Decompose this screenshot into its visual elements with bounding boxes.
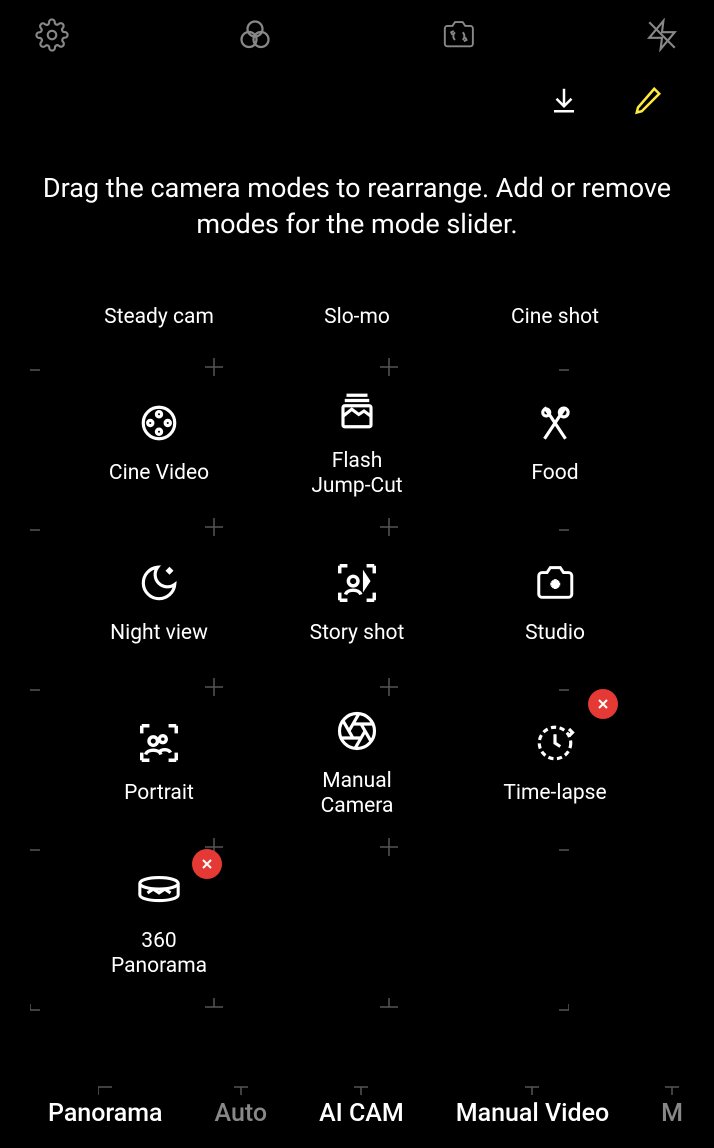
mode-story-shot[interactable]: Story shot [258,523,456,683]
mode-flash-jump-cut[interactable]: Flash Jump-Cut [258,363,456,523]
remove-mode-button[interactable] [192,849,222,879]
modes-row-3: Portrait Manual Camera Time-lapse [60,683,654,843]
mode-night-view[interactable]: Night view [60,523,258,683]
empty-slot [456,843,654,1003]
person-frame-icon [334,559,380,607]
modes-row-4: 360 Panorama [60,843,654,1003]
mode-360-panorama[interactable]: 360 Panorama [60,843,258,1003]
mode-label: Manual Camera [321,769,394,819]
mode-edit-actions [0,70,714,130]
mode-label: Story shot [310,621,405,646]
mode-label: Food [531,461,578,486]
mode-label: Studio [525,621,585,646]
edit-icon[interactable] [630,82,666,118]
camera-top-toolbar [0,0,714,70]
mode-label: Steady cam [104,305,214,330]
mode-manual-camera[interactable]: Manual Camera [258,683,456,843]
modes-row-1: Cine Video Flash Jump-Cut Food [60,363,654,523]
mode-cine-video[interactable]: Cine Video [60,363,258,523]
mode-food[interactable]: Food [456,363,654,523]
clock-icon [534,719,576,767]
switch-camera-icon[interactable] [439,15,479,55]
mode-label: Cine Video [109,461,209,486]
filter-icon[interactable] [235,15,275,55]
modes-row-0: Steady cam Slo-mo Cine shot [60,273,654,363]
tab-more[interactable]: M [635,1099,709,1128]
tab-auto[interactable]: Auto [189,1099,294,1128]
mode-steady-cam[interactable]: Steady cam [60,273,258,363]
aperture-icon [336,707,378,755]
flash-off-icon[interactable] [642,15,682,55]
empty-slot [258,843,456,1003]
mode-slo-mo[interactable]: Slo-mo [258,273,456,363]
mode-label: Cine shot [511,305,599,330]
portrait-icon [136,719,182,767]
mode-label: Time-lapse [503,781,606,806]
mode-studio[interactable]: Studio [456,523,654,683]
download-icon[interactable] [546,82,582,118]
mode-label: Slo-mo [324,305,390,330]
utensils-icon [534,399,576,447]
tab-ai-cam[interactable]: AI CAM [293,1099,430,1128]
mode-cine-shot[interactable]: Cine shot [456,273,654,363]
modes-row-2: Night view Story shot Studio [60,523,654,683]
moon-icon [138,559,180,607]
mode-time-lapse[interactable]: Time-lapse [456,683,654,843]
mode-slider[interactable]: Panorama Auto AI CAM Manual Video M [0,1078,714,1148]
stack-icon [336,387,378,435]
mode-label: Night view [110,621,208,646]
instructions-text: Drag the camera modes to rearrange. Add … [0,130,714,273]
tab-panorama[interactable]: Panorama [22,1099,189,1128]
tab-manual-video[interactable]: Manual Video [430,1099,635,1128]
settings-icon[interactable] [32,15,72,55]
mode-label: 360 Panorama [111,929,207,979]
mode-portrait[interactable]: Portrait [60,683,258,843]
reel-icon [138,399,180,447]
mode-label: Portrait [124,781,194,806]
pano360-icon [136,867,182,915]
modes-grid: Steady cam Slo-mo Cine shot Cine Video F… [0,273,714,1003]
mode-label: Flash Jump-Cut [311,449,402,499]
remove-mode-button[interactable] [588,689,618,719]
camera-sparkle-icon [533,559,577,607]
